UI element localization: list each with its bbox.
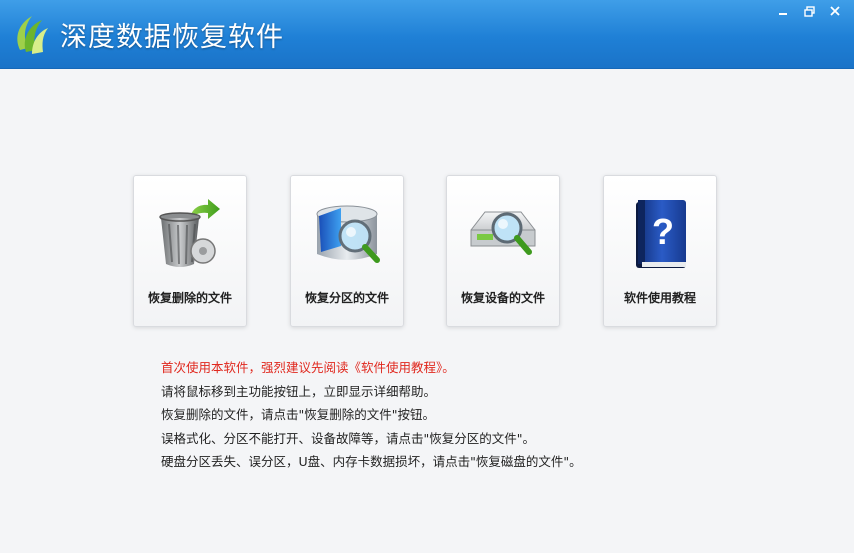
minimize-button[interactable] bbox=[772, 2, 794, 20]
help-book-icon: ? bbox=[636, 200, 686, 268]
recycle-bin-icon bbox=[159, 199, 220, 267]
help-line: 恢复删除的文件，请点击"恢复删除的文件"按钮。 bbox=[161, 407, 435, 422]
recover-deleted-files-button[interactable]: 恢复删除的文件 bbox=[133, 175, 247, 327]
help-line: 硬盘分区丢失、误分区，U盘、内存卡数据损坏，请点击"恢复磁盘的文件"。 bbox=[161, 454, 582, 469]
close-icon bbox=[830, 6, 840, 16]
disk-search-icon bbox=[316, 205, 380, 263]
help-line: 请将鼠标移到主功能按钮上，立即显示详细帮助。 bbox=[161, 383, 437, 399]
title-bar: 深度数据恢复软件 bbox=[0, 0, 854, 69]
software-tutorial-button[interactable]: ? 软件使用教程 bbox=[603, 175, 717, 327]
svg-text:?: ? bbox=[652, 211, 674, 252]
recover-device-files-button[interactable]: 恢复设备的文件 bbox=[446, 175, 560, 327]
app-title: 深度数据恢复软件 bbox=[60, 22, 284, 53]
first-use-warning: 首次使用本软件，强烈建议先阅读《软件使用教程》。 bbox=[161, 360, 455, 375]
card-label: 恢复删除的文件 bbox=[147, 291, 232, 305]
recover-partition-files-button[interactable]: 恢复分区的文件 bbox=[290, 175, 404, 327]
card-label: 恢复设备的文件 bbox=[460, 291, 545, 305]
minimize-icon bbox=[779, 13, 787, 15]
window-controls bbox=[772, 2, 846, 20]
help-text: 首次使用本软件，强烈建议先阅读《软件使用教程》。 请将鼠标移到主功能按钮上，立即… bbox=[161, 356, 582, 474]
app-logo-icon bbox=[17, 16, 48, 54]
card-label: 恢复分区的文件 bbox=[304, 291, 389, 305]
device-search-icon bbox=[470, 211, 536, 255]
help-line: 误格式化、分区不能打开、设备故障等，请点击"恢复分区的文件"。 bbox=[161, 430, 536, 446]
restore-icon bbox=[803, 5, 815, 17]
close-button[interactable] bbox=[824, 2, 846, 20]
card-label: 软件使用教程 bbox=[623, 291, 696, 305]
restore-button[interactable] bbox=[798, 2, 820, 20]
main-panel: 恢复删除的文件 恢复分区的文件 恢复设备的文件 ? 软件使用教程 首次使用本软件… bbox=[0, 69, 854, 553]
